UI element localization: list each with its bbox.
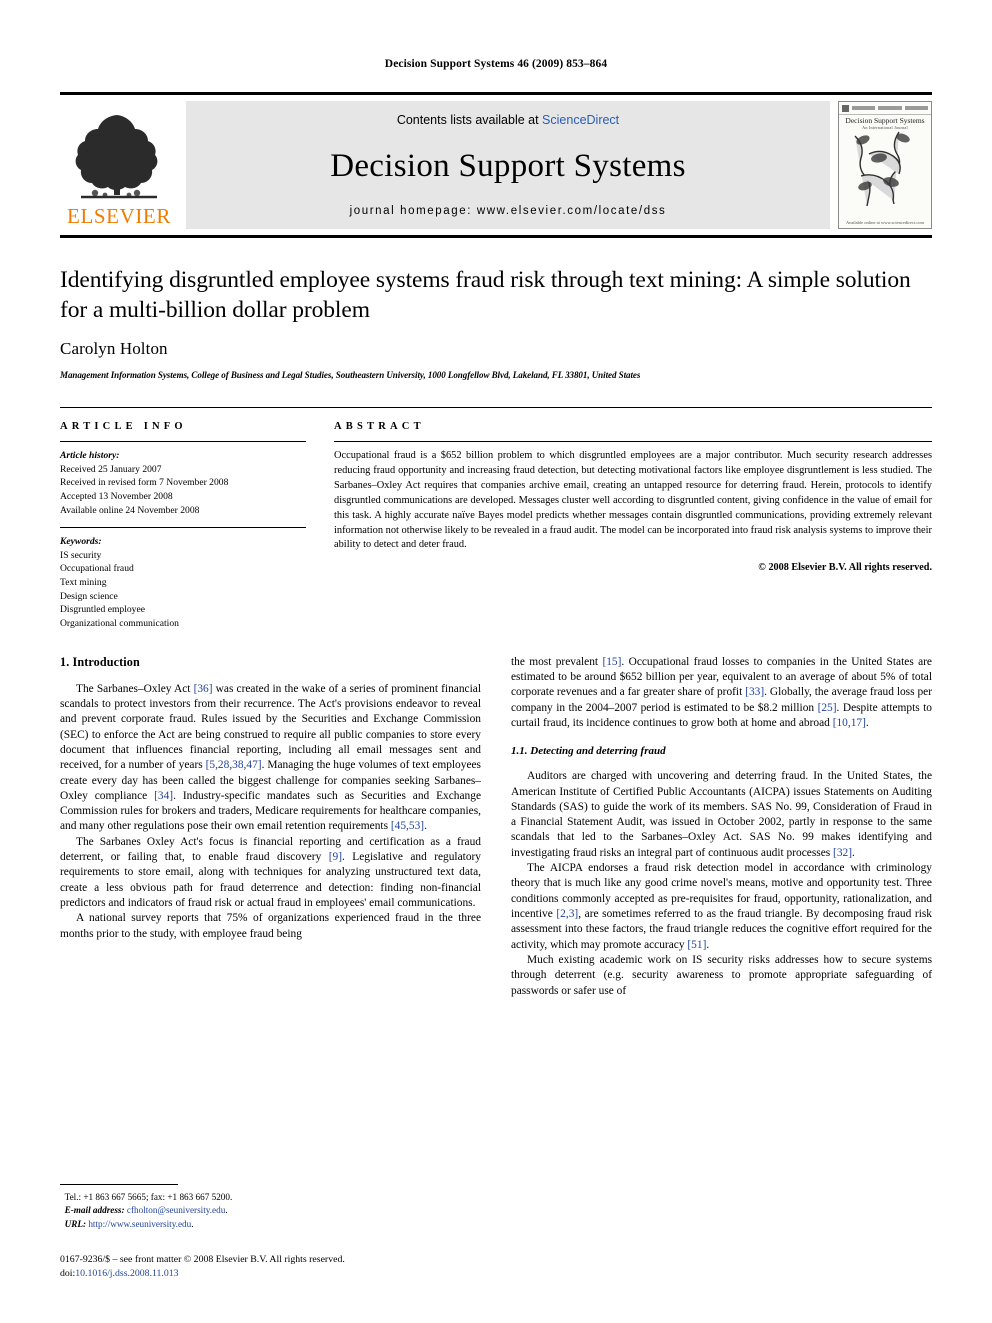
paragraph-text: . (852, 846, 855, 859)
running-head: Decision Support Systems 46 (2009) 853–8… (384, 58, 608, 70)
footnote-tel-text: Tel.: +1 863 667 5665; fax: +1 863 667 5… (64, 1191, 233, 1202)
history-item: Received 25 January 2007 (60, 463, 162, 475)
footnote-block: Tel.: +1 863 667 5665; fax: +1 863 667 5… (60, 1183, 481, 1231)
imprint-frontmatter: 0167-9236/$ – see front matter © 2008 El… (60, 1253, 345, 1265)
history-item: Available online 24 November 2008 (60, 504, 200, 516)
footnote-email-link[interactable]: cfholton@seuniversity.edu (127, 1205, 225, 1215)
paragraph: Auditors are charged with uncovering and… (511, 769, 932, 861)
footnote-url-link[interactable]: http://www.seuniversity.edu (88, 1219, 191, 1229)
footnote-url: URL: http://www.seuniversity.edu. (60, 1218, 481, 1231)
keyword-item: Occupational fraud (60, 563, 134, 575)
paragraph-text: Much existing academic work on IS securi… (511, 954, 932, 997)
footnote-tel: Tel.: +1 863 667 5665; fax: +1 863 667 5… (60, 1191, 481, 1204)
paragraph: Much existing academic work on IS securi… (511, 953, 932, 999)
paragraph-text: A national survey reports that 75% of or… (60, 912, 481, 940)
paragraph-text: . (865, 716, 869, 729)
citation-link[interactable]: [45,53] (391, 820, 424, 832)
paragraph: the most prevalent [15]. Occupational fr… (511, 655, 932, 732)
paragraph-text: . (424, 820, 427, 833)
paper-page: Decision Support Systems 46 (2009) 853–8… (0, 0, 992, 1323)
doi-link[interactable]: 10.1016/j.dss.2008.11.013 (75, 1268, 178, 1279)
citation-link[interactable]: [10,17] (833, 717, 866, 729)
abstract-copyright: © 2008 Elsevier B.V. All rights reserved… (758, 562, 932, 574)
article-info-heading: ARTICLE INFO (60, 421, 187, 433)
citation-link[interactable]: [34] (154, 790, 173, 802)
journal-cover-thumbnail: Decision Support Systems An Internationa… (838, 101, 932, 229)
abstract-heading: ABSTRACT (334, 421, 425, 433)
journal-title: Decision Support Systems (330, 147, 686, 184)
imprint-block: 0167-9236/$ – see front matter © 2008 El… (60, 1253, 520, 1281)
paragraph: The Sarbanes–Oxley Act [36] was created … (60, 682, 481, 835)
subsection-heading-detecting-deterring-fraud: 1.1. Detecting and deterring fraud (511, 745, 666, 758)
citation-link[interactable]: [33] (745, 686, 764, 698)
citation-link[interactable]: [36] (194, 683, 213, 695)
footnote-email-label: E-mail address: (64, 1205, 125, 1216)
citation-link[interactable]: [5,28,38,47] (206, 759, 262, 771)
journal-masthead: ELSEVIER Contents lists available at Sci… (60, 92, 932, 238)
footnote-rule (60, 1183, 178, 1185)
keyword-item: Design science (60, 590, 118, 602)
cover-artwork-icon (854, 131, 910, 207)
paragraph-text: . (706, 938, 710, 951)
footnote-email: E-mail address: cfholton@seuniversity.ed… (60, 1204, 481, 1217)
body-column-right: the most prevalent [15]. Occupational fr… (511, 655, 932, 1000)
citation-link[interactable]: [15] (602, 656, 621, 668)
keyword-item: Text mining (60, 577, 107, 589)
body-columns: 1. Introduction The Sarbanes–Oxley Act [… (60, 655, 932, 1000)
info-abstract-section: ARTICLE INFO Article history: Received 2… (60, 407, 932, 630)
body-column-left: 1. Introduction The Sarbanes–Oxley Act [… (60, 655, 481, 1000)
article-history-label: Article history: (60, 450, 120, 462)
citation-link[interactable]: [2,3] (556, 908, 578, 920)
paragraph-text: The Sarbanes–Oxley Act (76, 682, 194, 695)
cover-footer-text: Available online at www.sciencedirect.co… (846, 220, 924, 225)
history-item: Accepted 13 November 2008 (60, 491, 173, 503)
abstract-rule (334, 441, 932, 443)
paragraph: The AICPA endorses a fraud risk detectio… (511, 861, 932, 953)
keywords-rule (60, 527, 306, 529)
paragraph-text: was created in the wake of a series of p… (60, 682, 481, 772)
elsevier-wordmark: ELSEVIER (67, 204, 171, 228)
footnote-email-suffix: . (225, 1205, 228, 1216)
paragraph-text: Auditors are charged with uncovering and… (511, 770, 932, 859)
footnote-url-suffix: . (191, 1218, 194, 1229)
doi-label: doi: (60, 1267, 76, 1279)
citation-link[interactable]: [51] (687, 939, 706, 951)
author-name: Carolyn Holton (60, 339, 168, 359)
elsevier-logo: ELSEVIER (60, 101, 178, 229)
keyword-item: Organizational communication (60, 617, 179, 629)
masthead-center-panel: Contents lists available at ScienceDirec… (186, 101, 830, 229)
elsevier-tree-icon (75, 115, 158, 199)
contents-prefix-text: Contents lists available at (396, 113, 543, 127)
footnote-url-label: URL: (64, 1218, 87, 1229)
journal-homepage-line[interactable]: journal homepage: www.elsevier.com/locat… (350, 205, 667, 217)
article-info-column: ARTICLE INFO Article history: Received 2… (60, 421, 306, 630)
paragraph: A national survey reports that 75% of or… (60, 911, 481, 942)
imprint-doi: doi:10.1016/j.dss.2008.11.013 (60, 1267, 520, 1281)
section-heading-introduction: 1. Introduction (60, 654, 140, 669)
citation-link[interactable]: [25] (818, 702, 837, 714)
page-title: Identifying disgruntled employee systems… (60, 267, 911, 323)
sciencedirect-link[interactable]: ScienceDirect (542, 113, 619, 127)
history-item: Received in revised form 7 November 2008 (60, 477, 229, 489)
paragraph: The Sarbanes Oxley Act's focus is financ… (60, 835, 481, 912)
keyword-item: Disgruntled employee (60, 604, 145, 616)
paragraph-text: the most prevalent (511, 655, 603, 668)
abstract-column: ABSTRACT Occupational fraud is a $652 bi… (334, 421, 932, 630)
keyword-item: IS security (60, 549, 102, 561)
citation-link[interactable]: [32] (833, 847, 852, 859)
citation-link[interactable]: [9] (329, 851, 342, 863)
article-info-rule (60, 441, 306, 443)
contents-available-line: Contents lists available at ScienceDirec… (397, 113, 619, 127)
title-block: Identifying disgruntled employee systems… (60, 238, 932, 380)
cover-header-strip (839, 102, 931, 115)
keywords-label: Keywords: (60, 536, 102, 548)
author-affiliation: Management Information Systems, College … (60, 370, 641, 381)
abstract-text: Occupational fraud is a $652 billion pro… (334, 450, 932, 551)
